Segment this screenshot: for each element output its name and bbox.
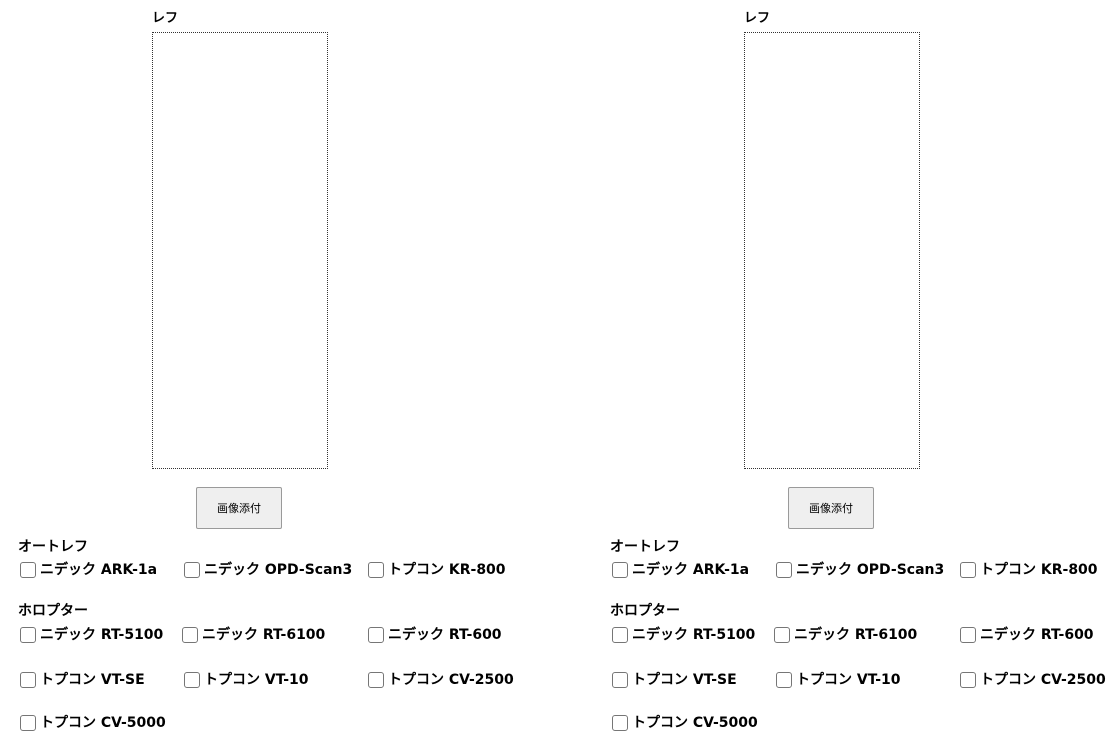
autoref-section-title: オートレフ [18,539,88,555]
autoref-option-nidek-opd-scan3[interactable]: ニデック OPD-Scan3 [776,561,944,579]
autoref-option-topcon-kr-800[interactable]: トプコン KR-800 [960,561,1098,579]
phoropter-option-nidek-rt-5100[interactable]: ニデック RT-5100 [20,626,163,644]
autoref-section-title: オートレフ [610,539,680,555]
checkbox[interactable] [182,627,198,643]
attach-image-button[interactable]: 画像添付 [196,487,282,529]
phoropter-section-title: ホロプター [18,603,88,619]
image-label: レフ [744,11,771,26]
option-label: トプコン CV-5000 [40,715,166,731]
autoref-option-topcon-kr-800[interactable]: トプコン KR-800 [368,561,506,579]
option-label: ニデック RT-6100 [794,627,918,643]
checkbox[interactable] [612,627,628,643]
image-drop-area[interactable] [744,32,920,469]
option-label: ニデック OPD-Scan3 [204,562,353,578]
phoropter-option-topcon-cv-5000[interactable]: トプコン CV-5000 [20,714,166,732]
checkbox[interactable] [774,627,790,643]
phoropter-option-topcon-vt-10[interactable]: トプコン VT-10 [184,671,309,689]
option-label: ニデック RT-6100 [202,627,326,643]
checkbox[interactable] [184,672,200,688]
option-label: トプコン VT-SE [632,672,737,688]
checkbox[interactable] [612,562,628,578]
phoropter-option-topcon-vt-se[interactable]: トプコン VT-SE [20,671,145,689]
checkbox[interactable] [776,562,792,578]
checkbox[interactable] [184,562,200,578]
phoropter-option-topcon-cv-5000[interactable]: トプコン CV-5000 [612,714,758,732]
checkbox[interactable] [960,672,976,688]
option-label: ニデック RT-600 [980,627,1094,643]
checkbox[interactable] [20,672,36,688]
phoropter-option-nidek-rt-600[interactable]: ニデック RT-600 [960,626,1094,644]
autoref-option-nidek-ark-1a[interactable]: ニデック ARK-1a [20,561,157,579]
phoropter-option-topcon-vt-10[interactable]: トプコン VT-10 [776,671,901,689]
option-label: トプコン CV-2500 [388,672,514,688]
phoropter-option-nidek-rt-5100[interactable]: ニデック RT-5100 [612,626,755,644]
checkbox[interactable] [776,672,792,688]
phoropter-option-nidek-rt-600[interactable]: ニデック RT-600 [368,626,502,644]
checkbox[interactable] [612,715,628,731]
option-label: ニデック RT-5100 [40,627,164,643]
option-label: トプコン KR-800 [980,562,1098,578]
checkbox[interactable] [960,627,976,643]
option-label: トプコン KR-800 [388,562,506,578]
option-label: トプコン VT-10 [204,672,309,688]
option-label: トプコン CV-5000 [632,715,758,731]
option-label: ニデック RT-5100 [632,627,756,643]
checkbox[interactable] [20,715,36,731]
panel-right: レフ 画像添付 オートレフ ニデック ARK-1a ニデック OPD-Scan3… [610,0,1112,740]
panel-left: レフ 画像添付 オートレフ ニデック ARK-1a ニデック OPD-Scan3… [18,0,558,740]
checkbox[interactable] [368,627,384,643]
checkbox[interactable] [368,562,384,578]
option-label: ニデック ARK-1a [40,562,158,578]
option-label: ニデック OPD-Scan3 [796,562,945,578]
checkbox[interactable] [368,672,384,688]
autoref-option-nidek-opd-scan3[interactable]: ニデック OPD-Scan3 [184,561,352,579]
option-label: ニデック RT-600 [388,627,502,643]
phoropter-section-title: ホロプター [610,603,680,619]
checkbox[interactable] [960,562,976,578]
option-label: トプコン VT-SE [40,672,145,688]
phoropter-option-nidek-rt-6100[interactable]: ニデック RT-6100 [774,626,917,644]
phoropter-option-nidek-rt-6100[interactable]: ニデック RT-6100 [182,626,325,644]
option-label: トプコン CV-2500 [980,672,1106,688]
option-label: ニデック ARK-1a [632,562,750,578]
autoref-option-nidek-ark-1a[interactable]: ニデック ARK-1a [612,561,749,579]
phoropter-option-topcon-cv-2500[interactable]: トプコン CV-2500 [960,671,1106,689]
checkbox[interactable] [612,672,628,688]
checkbox[interactable] [20,627,36,643]
image-label: レフ [152,11,179,26]
checkbox[interactable] [20,562,36,578]
option-label: トプコン VT-10 [796,672,901,688]
phoropter-option-topcon-vt-se[interactable]: トプコン VT-SE [612,671,737,689]
attach-image-button[interactable]: 画像添付 [788,487,874,529]
image-drop-area[interactable] [152,32,328,469]
phoropter-option-topcon-cv-2500[interactable]: トプコン CV-2500 [368,671,514,689]
